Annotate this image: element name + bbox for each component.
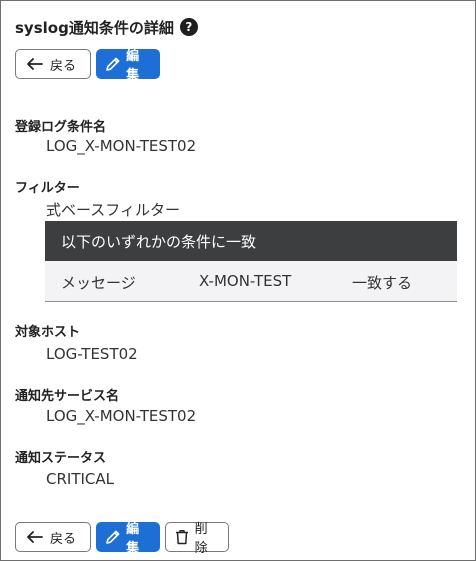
arrow-left-icon: [26, 528, 44, 546]
filter-label: フィルター: [15, 181, 80, 196]
delete-button[interactable]: 削除: [165, 522, 229, 556]
target-host-label: 対象ホスト: [15, 325, 81, 340]
table-row: メッセージ X-MON-TEST 一致する: [45, 261, 457, 302]
filter-table-header-text: 以下のいずれかの条件に一致: [61, 232, 257, 251]
filter-field-cell: メッセージ: [61, 274, 136, 292]
filter-table: 以下のいずれかの条件に一致 メッセージ X-MON-TEST 一致する: [45, 221, 457, 302]
title-row: syslog通知条件の詳細 ?: [15, 15, 198, 39]
filter-value: 式ベースフィルター: [46, 201, 180, 219]
target-host-value: LOG-TEST02: [46, 345, 138, 363]
edit-button-label: 編集: [126, 49, 140, 83]
edit-button-label: 編集: [126, 522, 140, 556]
bottom-action-bar: 戻る 編集 削除: [15, 522, 229, 556]
notify-service-value: LOG_X-MON-TEST02: [46, 407, 197, 425]
edit-button[interactable]: 編集: [96, 49, 160, 83]
filter-table-header: 以下のいずれかの条件に一致: [45, 221, 457, 261]
top-action-bar: 戻る 編集: [15, 49, 160, 83]
edit-button[interactable]: 編集: [96, 522, 160, 556]
back-button-label: 戻る: [50, 531, 77, 547]
filter-match-cell: 一致する: [352, 274, 413, 292]
pencil-icon: [104, 55, 121, 73]
pencil-icon: [104, 528, 121, 546]
back-button-label: 戻る: [50, 58, 77, 74]
arrow-left-icon: [26, 55, 44, 73]
detail-panel: syslog通知条件の詳細 ? 戻る 編集 登録ログ条件名 LOG_X-MON-…: [0, 0, 476, 561]
trash-icon: [173, 528, 191, 546]
back-button[interactable]: 戻る: [15, 522, 91, 552]
page-title: syslog通知条件の詳細: [15, 18, 174, 37]
log-condition-name-label: 登録ログ条件名: [15, 120, 107, 135]
notify-status-value: CRITICAL: [46, 470, 114, 488]
filter-pattern-cell: X-MON-TEST: [199, 272, 292, 290]
notify-status-label: 通知ステータス: [15, 451, 107, 466]
back-button[interactable]: 戻る: [15, 49, 91, 79]
delete-button-label: 削除: [194, 522, 208, 556]
log-condition-name-value: LOG_X-MON-TEST02: [46, 137, 197, 155]
notify-service-label: 通知先サービス名: [15, 389, 120, 404]
question-circle-icon[interactable]: ?: [179, 18, 198, 36]
